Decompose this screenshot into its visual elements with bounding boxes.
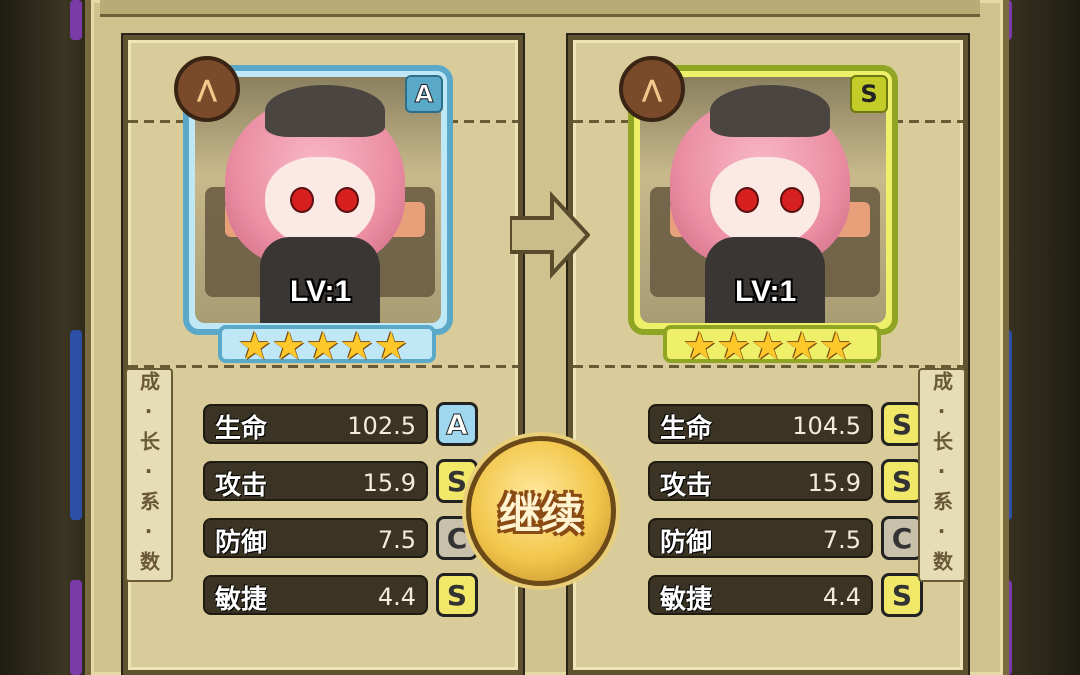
hero-eye-left [290, 187, 314, 213]
stat-row-defense: 防御 7.5 C [203, 516, 483, 562]
stat-value: 102.5 [347, 412, 416, 440]
star-icon: ★ [237, 324, 272, 368]
stat-label: 攻击 [660, 471, 713, 501]
stat-value: 4.4 [377, 583, 416, 611]
stat-grade-badge: C [881, 516, 923, 560]
stat-row-agility: 敏捷 4.4 S [203, 573, 483, 619]
star-icon: ★ [305, 324, 341, 368]
side-tab-purple-2 [70, 580, 82, 675]
hero-cap [710, 85, 830, 137]
stat-label: 敏捷 [215, 585, 268, 615]
stat-label: 生命 [660, 414, 713, 444]
stat-value: 15.9 [807, 469, 861, 497]
stat-label: 防御 [215, 528, 268, 558]
stat-pill: 防御 7.5 [648, 518, 873, 558]
side-tab-blue [70, 330, 82, 520]
star-icon: ★ [750, 324, 786, 368]
top-bar [100, 0, 980, 17]
stat-label: 生命 [215, 414, 268, 444]
class-emblem-icon: ⋀ [619, 56, 685, 122]
star-icon: ★ [716, 324, 751, 368]
stat-pill: 生命 104.5 [648, 404, 873, 444]
star-icon: ★ [374, 324, 409, 368]
stat-value: 7.5 [377, 526, 416, 554]
stats-list: 生命 104.5 S 攻击 15.9 S 防御 7.5 C 敏捷 4.4 S [648, 402, 928, 630]
hero-eye-right [780, 187, 804, 213]
star-rating: ★★★★★ [628, 323, 908, 373]
hero-eye-right [335, 187, 359, 213]
stat-pill: 生命 102.5 [203, 404, 428, 444]
growth-coefficient-tag-right: 成·长·系·数 [918, 368, 966, 582]
stat-pill: 敏捷 4.4 [648, 575, 873, 615]
hero-card-source[interactable]: LV:1 ⋀ A [174, 56, 453, 335]
star-icon: ★ [785, 324, 820, 368]
stat-grade-badge: A [436, 402, 478, 446]
side-tab-purple [70, 0, 82, 40]
stat-pill: 攻击 15.9 [203, 461, 428, 501]
star-icon: ★ [271, 324, 306, 368]
star-icon: ★ [682, 324, 717, 368]
arrow-right-icon [510, 190, 590, 280]
stat-label: 敏捷 [660, 585, 713, 615]
star-rating: ★★★★★ [183, 323, 463, 373]
growth-coefficient-tag-left: 成·长·系·数 [125, 368, 173, 582]
stat-grade-badge: S [881, 402, 923, 446]
stat-row-defense: 防御 7.5 C [648, 516, 928, 562]
stat-value: 104.5 [792, 412, 861, 440]
target-hero-panel: LV:1 ⋀ S ★★★★★ 生命 104.5 S 攻击 15.9 S 防御 7… [568, 35, 968, 675]
stats-list: 生命 102.5 A 攻击 15.9 S 防御 7.5 C 敏捷 4.4 S [203, 402, 483, 630]
continue-button[interactable]: 继续 [466, 436, 616, 586]
stat-row-hp: 生命 104.5 S [648, 402, 928, 448]
source-hero-panel: LV:1 ⋀ A ★★★★★ 生命 102.5 A 攻击 15.9 S 防御 7… [123, 35, 523, 675]
star-icon: ★ [340, 324, 375, 368]
stat-row-attack: 攻击 15.9 S [648, 459, 928, 505]
stat-pill: 攻击 15.9 [648, 461, 873, 501]
stat-value: 7.5 [822, 526, 861, 554]
hero-cap [265, 85, 385, 137]
stat-label: 攻击 [215, 471, 268, 501]
stat-pill: 防御 7.5 [203, 518, 428, 558]
class-emblem-icon: ⋀ [174, 56, 240, 122]
stat-grade-badge: S [436, 573, 478, 617]
stat-row-attack: 攻击 15.9 S [203, 459, 483, 505]
hero-rank-badge: A [405, 75, 443, 113]
stat-row-agility: 敏捷 4.4 S [648, 573, 928, 619]
hero-card-target[interactable]: LV:1 ⋀ S [619, 56, 898, 335]
stat-grade-badge: S [881, 573, 923, 617]
hero-portrait: LV:1 [195, 77, 441, 323]
stat-value: 15.9 [362, 469, 416, 497]
hero-level: LV:1 [735, 275, 797, 308]
continue-button-label: 继续 [498, 489, 583, 539]
stat-value: 4.4 [822, 583, 861, 611]
hero-eye-left [735, 187, 759, 213]
hero-level: LV:1 [290, 275, 352, 308]
star-icon: ★ [819, 324, 854, 368]
hero-portrait: LV:1 [640, 77, 886, 323]
stat-pill: 敏捷 4.4 [203, 575, 428, 615]
stat-row-hp: 生命 102.5 A [203, 402, 483, 448]
hero-rank-badge: S [850, 75, 888, 113]
stat-label: 防御 [660, 528, 713, 558]
stat-grade-badge: S [881, 459, 923, 503]
